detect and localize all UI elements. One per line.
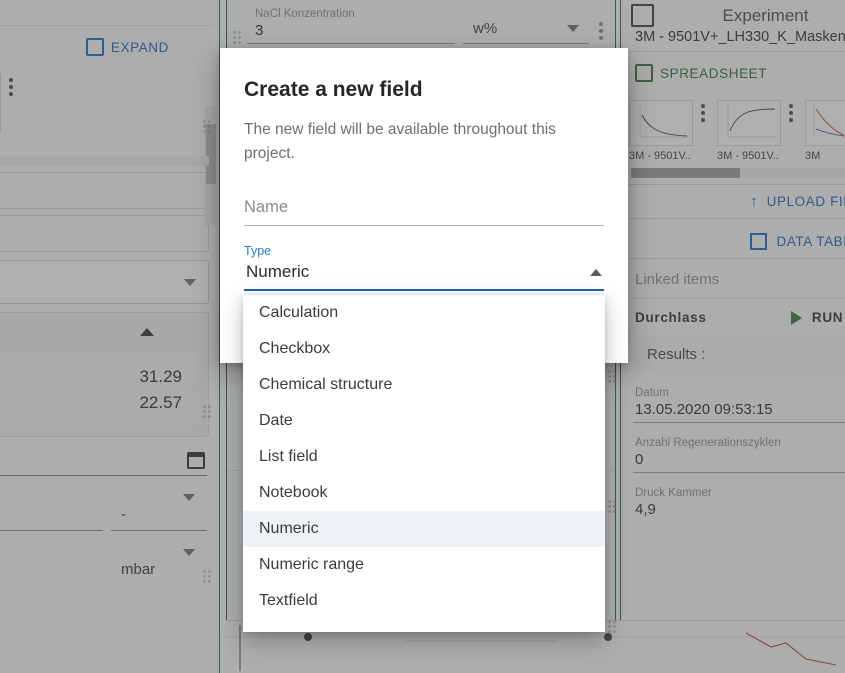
screen-root: 3_Maskentest T EXPAND xyxy=(0,0,845,673)
type-select[interactable]: Numeric xyxy=(244,258,604,291)
type-label: Type xyxy=(244,244,604,258)
dialog-title: Create a new field xyxy=(220,48,628,102)
dialog-description: The new field will be available througho… xyxy=(220,102,628,166)
type-options-dropdown[interactable]: Calculation Checkbox Chemical structure … xyxy=(243,295,605,632)
caret-up-icon[interactable] xyxy=(590,269,602,276)
dropdown-option-numeric[interactable]: Numeric xyxy=(243,511,605,547)
dropdown-option-numeric-range[interactable]: Numeric range xyxy=(243,547,605,583)
type-value: Numeric xyxy=(246,262,309,282)
dropdown-option-checkbox[interactable]: Checkbox xyxy=(243,331,605,367)
dropdown-option-list-field[interactable]: List field xyxy=(243,439,605,475)
type-select-wrapper: Type Numeric xyxy=(244,244,604,291)
name-input-placeholder: Name xyxy=(244,198,288,216)
dropdown-option-chemical-structure[interactable]: Chemical structure xyxy=(243,367,605,403)
dropdown-option-notebook[interactable]: Notebook xyxy=(243,475,605,511)
dropdown-option-textfield[interactable]: Textfield xyxy=(243,583,605,619)
name-input[interactable]: Name xyxy=(244,198,604,226)
dropdown-option-calculation[interactable]: Calculation xyxy=(243,295,605,331)
dropdown-option-date[interactable]: Date xyxy=(243,403,605,439)
